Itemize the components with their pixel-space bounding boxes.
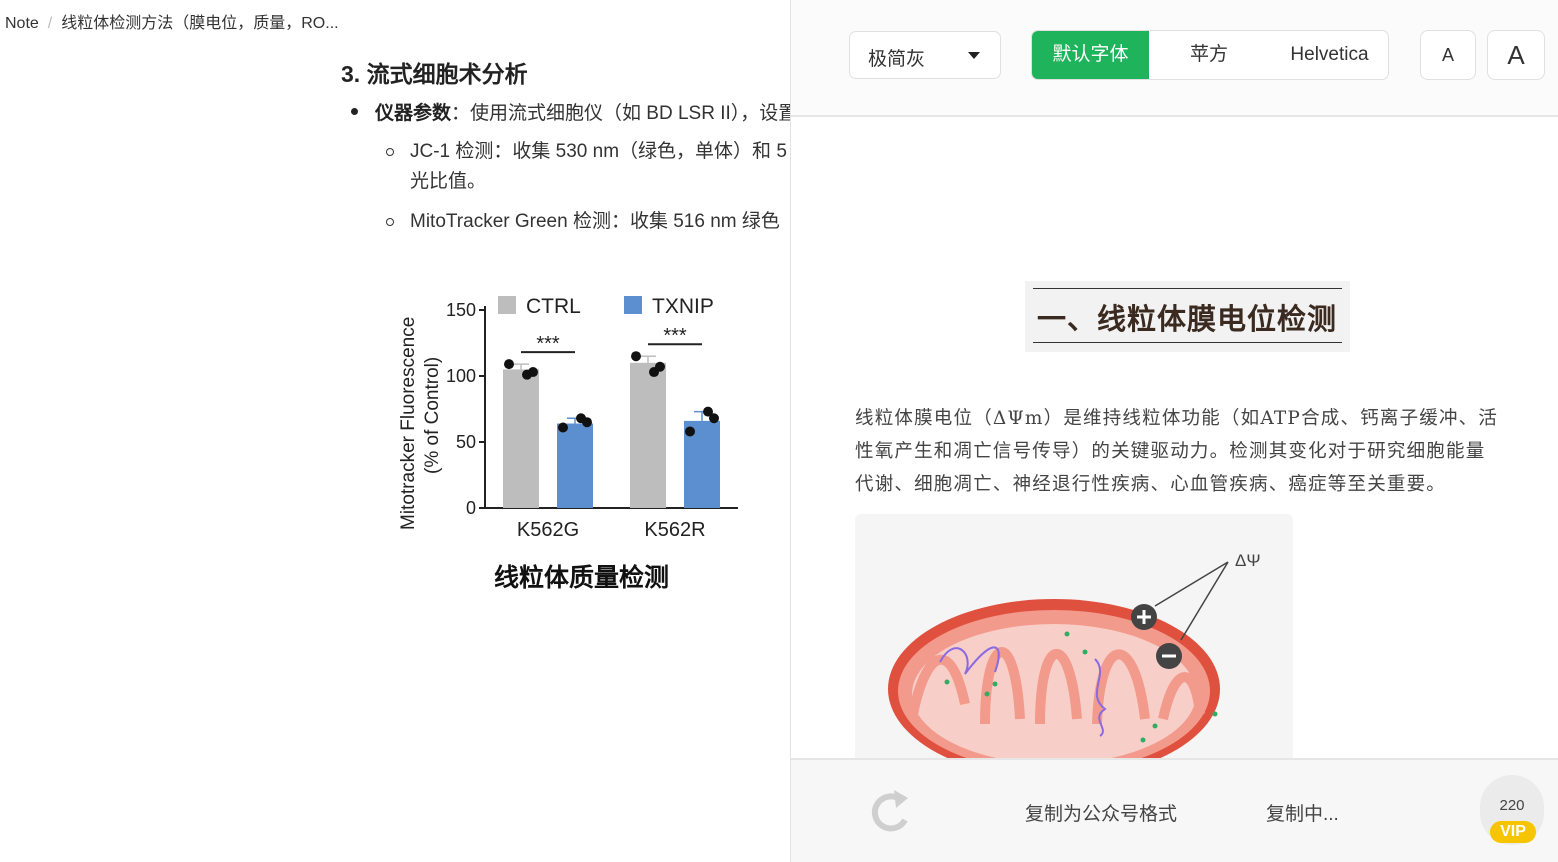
- y-tick-label: 150: [446, 300, 476, 320]
- chart-legend: CTRL TXNIP: [498, 295, 714, 318]
- theme-select[interactable]: 极简灰: [849, 31, 1001, 79]
- legend-label: CTRL: [526, 295, 581, 318]
- app-window: Note / 线粒体检测方法（膜电位，质量，RO... 3. 流式细胞术分析 仪器参…: [0, 0, 1558, 862]
- data-point: [685, 426, 695, 437]
- section-heading: 3. 流式细胞术分析: [341, 61, 528, 87]
- breadcrumb-doc[interactable]: 线粒体检测方法（膜电位，质量，RO...: [61, 15, 338, 32]
- vip-count: 220: [1499, 797, 1525, 814]
- copy-wechat-format-button[interactable]: 复制为公众号格式: [1025, 799, 1177, 826]
- preview-footer: 复制为公众号格式 复制中... 220 VIP: [791, 758, 1558, 862]
- title-rule-top: [1033, 288, 1342, 289]
- legend-swatch: [624, 296, 642, 314]
- bar: [557, 423, 593, 508]
- sub-bullet: [386, 148, 394, 156]
- breadcrumb-root[interactable]: Note: [5, 15, 39, 32]
- paragraph-line: 性氧产生和凋亡信号传导）的关键驱动力。检测其变化对于研究细胞能量: [855, 441, 1486, 462]
- preview-panel: 极简灰 默认字体 苹方 Helvetica A A 一、线粒体膜电位检测 线粒体…: [790, 0, 1558, 862]
- font-option-default[interactable]: 默认字体: [1032, 31, 1149, 79]
- delta-psi-label: ΔΨ: [1235, 551, 1261, 570]
- font-size-decrease-button[interactable]: A: [1420, 30, 1476, 80]
- title-rule-bottom: [1033, 342, 1342, 343]
- bullet-label: 仪器参数: [375, 103, 452, 124]
- significance-label: ***: [536, 333, 560, 355]
- y-tick-label: 100: [446, 366, 476, 386]
- breadcrumb-separator: /: [47, 15, 53, 32]
- data-point: [631, 351, 641, 362]
- font-size-increase-button[interactable]: A: [1487, 30, 1545, 80]
- data-point: [582, 417, 592, 428]
- data-point: [504, 359, 514, 370]
- note-panel: Note / 线粒体检测方法（膜电位，质量，RO... 3. 流式细胞术分析 仪器参…: [0, 0, 790, 862]
- x-tick-label: K562G: [517, 519, 579, 541]
- sub-bullet: [386, 218, 394, 226]
- theme-select-value: 极简灰: [868, 49, 926, 70]
- font-option-helvetica[interactable]: Helvetica: [1269, 31, 1388, 79]
- paragraph-line: 线粒体膜电位（ΔΨm）是维持线粒体功能（如ATP合成、钙离子缓冲、活: [855, 408, 1499, 429]
- bar: [503, 369, 539, 508]
- legend-label: TXNIP: [652, 295, 714, 318]
- y-tick-label: 50: [456, 432, 476, 452]
- sub-item-text: MitoTracker Green 检测：收集 516 nm 绿色: [410, 211, 780, 232]
- y-tick-label: 0: [466, 498, 476, 518]
- data-point: [655, 361, 665, 372]
- vip-badge[interactable]: 220 VIP: [1480, 775, 1544, 845]
- y-axis-label: (% of Control): [422, 357, 443, 474]
- article-paragraph: 线粒体膜电位（ΔΨm）是维持线粒体功能（如ATP合成、钙离子缓冲、活 性氧产生和…: [855, 402, 1520, 501]
- format-toolbar: 极简灰 默认字体 苹方 Helvetica A A: [791, 0, 1558, 117]
- article-preview: 一、线粒体膜电位检测 线粒体膜电位（ΔΨm）是维持线粒体功能（如ATP合成、钙离…: [791, 119, 1558, 758]
- matrix: [912, 624, 1196, 758]
- x-tick-label: K562R: [644, 519, 705, 541]
- chart-bars: *** ***: [503, 325, 720, 508]
- sub-item-text: JC-1 检测：收集 530 nm（绿色，单体）和 5: [410, 141, 787, 162]
- data-point: [558, 422, 568, 433]
- mitochondria-illustration: ΔΨ: [855, 514, 1293, 758]
- article-title: 一、线粒体膜电位检测: [1037, 302, 1338, 336]
- sub-item-continuation: 光比值。: [410, 171, 487, 192]
- mitochondrion-drawing: ΔΨ: [888, 551, 1261, 758]
- breadcrumb: Note / 线粒体检测方法（膜电位，质量，RO...: [5, 9, 339, 33]
- bullet-dot: [351, 108, 358, 115]
- y-axis-label: Mitotracker Fluorescence: [398, 317, 419, 530]
- font-switcher: 默认字体 苹方 Helvetica: [1031, 30, 1389, 80]
- article-title-block: 一、线粒体膜电位检测: [1025, 281, 1350, 352]
- data-point: [528, 367, 538, 378]
- bullet-text: ：使用流式细胞仪（如 BD LSR II），设置: [451, 103, 790, 124]
- copying-status[interactable]: 复制中...: [1266, 799, 1339, 826]
- font-option-pingfang[interactable]: 苹方: [1149, 31, 1269, 79]
- refresh-icon[interactable]: [866, 786, 912, 836]
- figure-caption: 线粒体质量检测: [494, 564, 670, 592]
- bar-chart: Mitotracker Fluorescence (% of Control) 0 5…: [398, 295, 738, 541]
- bar: [630, 362, 666, 508]
- significance-label: ***: [663, 325, 687, 347]
- legend-swatch: [498, 296, 516, 314]
- vip-label: VIP: [1490, 821, 1536, 843]
- data-point: [709, 413, 719, 424]
- chevron-down-icon: [968, 52, 980, 59]
- paragraph-line: 代谢、细胞凋亡、神经退行性疾病、心血管疾病、癌症等至关重要。: [855, 474, 1447, 495]
